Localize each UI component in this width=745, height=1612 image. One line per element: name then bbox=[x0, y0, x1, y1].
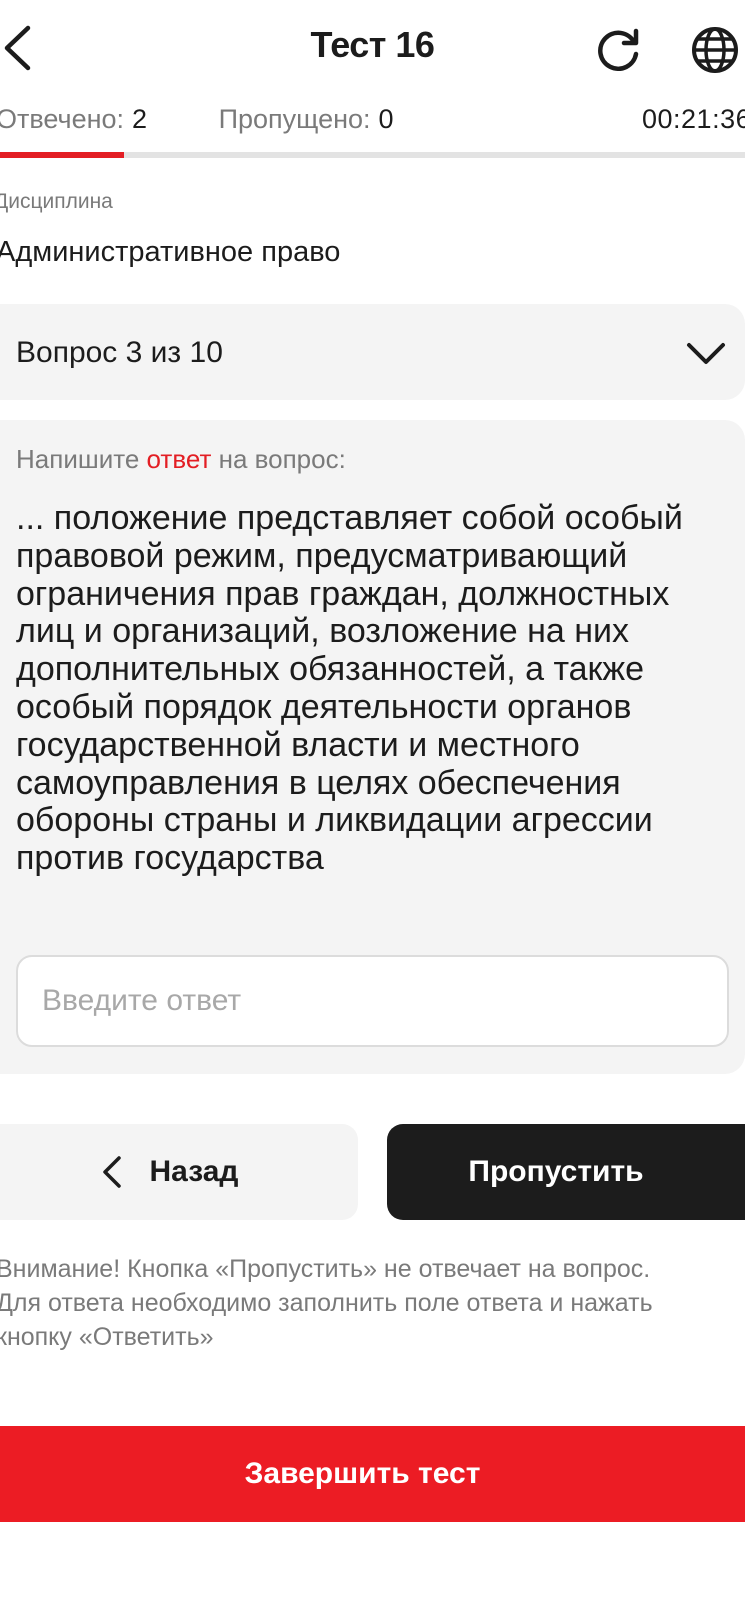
stats-row: Отвечено: 2 Пропущено: 0 bbox=[0, 104, 394, 135]
nav-back-label: Назад bbox=[149, 1155, 239, 1188]
question-prompt: Напишите ответ на вопрос: bbox=[16, 444, 346, 475]
finish-test-label: Завершить тест bbox=[244, 1457, 481, 1490]
reload-button[interactable] bbox=[590, 24, 646, 80]
warning-line-1: Внимание! Кнопка «Пропустить» не отвечае… bbox=[0, 1255, 651, 1283]
question-text: ... положение представляет собой особый … bbox=[16, 499, 683, 878]
chevron-left-icon bbox=[100, 1155, 128, 1189]
progress-fill bbox=[0, 152, 124, 158]
skipped-label: Пропущено: bbox=[218, 104, 371, 134]
skip-warning: Внимание! Кнопка «Пропустить» не отвечае… bbox=[0, 1252, 745, 1354]
answer-input[interactable] bbox=[16, 955, 729, 1047]
discipline-value: Административное право bbox=[0, 236, 341, 268]
globe-icon bbox=[690, 25, 740, 80]
chevron-down-icon[interactable] bbox=[686, 334, 726, 374]
prompt-accent: ответ bbox=[146, 444, 212, 474]
skip-button[interactable]: Пропустить bbox=[387, 1124, 745, 1220]
answered-label: Отвечено: bbox=[0, 104, 125, 134]
skipped-count: 0 bbox=[378, 104, 394, 134]
reload-icon bbox=[594, 26, 642, 79]
skip-label: Пропустить bbox=[468, 1155, 644, 1188]
prompt-before: Напишите bbox=[16, 444, 147, 474]
prompt-after: на вопрос: bbox=[211, 444, 346, 474]
nav-back-button[interactable]: Назад bbox=[0, 1124, 358, 1220]
timer: 00:21:36 bbox=[642, 104, 745, 134]
language-button[interactable] bbox=[690, 24, 745, 80]
question-selector-label: Вопрос 3 из 10 bbox=[16, 336, 223, 369]
warning-line-2: Для ответа необходимо заполнить поле отв… bbox=[0, 1289, 653, 1317]
discipline-label: Дисциплина bbox=[0, 190, 113, 213]
answered-count: 2 bbox=[132, 104, 148, 134]
warning-line-3: кнопку «Ответить» bbox=[0, 1323, 214, 1351]
finish-test-button[interactable]: Завершить тест bbox=[0, 1426, 745, 1522]
